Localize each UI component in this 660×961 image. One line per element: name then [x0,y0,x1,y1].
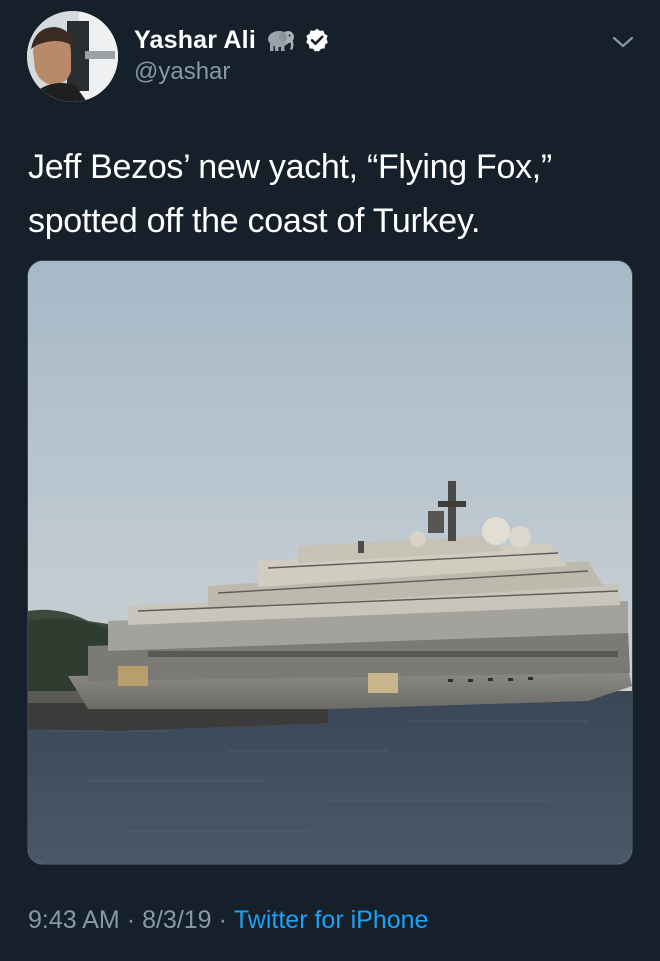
avatar-image [27,11,118,102]
tweet-meta: 9:43 AM · 8/3/19 · Twitter for iPhone [28,906,428,935]
tweet-text: Jeff Bezos’ new yacht, “Flying Fox,” spo… [28,148,552,240]
verified-badge-icon [306,28,328,52]
avatar[interactable] [27,11,118,102]
yacht-photo-image [28,261,632,864]
tweet-date: 8/3/19 [142,906,212,934]
author-handle[interactable]: @yashar [134,58,230,86]
author-name-row[interactable]: Yashar Ali [134,24,330,56]
meta-separator-2: · [218,906,227,934]
display-name[interactable]: Yashar Ali [134,26,256,55]
elephant-icon [267,31,294,51]
tweet-time: 9:43 AM [28,906,120,934]
tweet-detail: Yashar Ali @yashar Jeff Bezos’ new yacht… [0,0,660,961]
chevron-down-icon[interactable] [610,32,636,52]
tweet-source-link[interactable]: Twitter for iPhone [234,906,429,934]
yacht-photo[interactable] [27,260,633,865]
meta-separator: · [126,906,136,934]
